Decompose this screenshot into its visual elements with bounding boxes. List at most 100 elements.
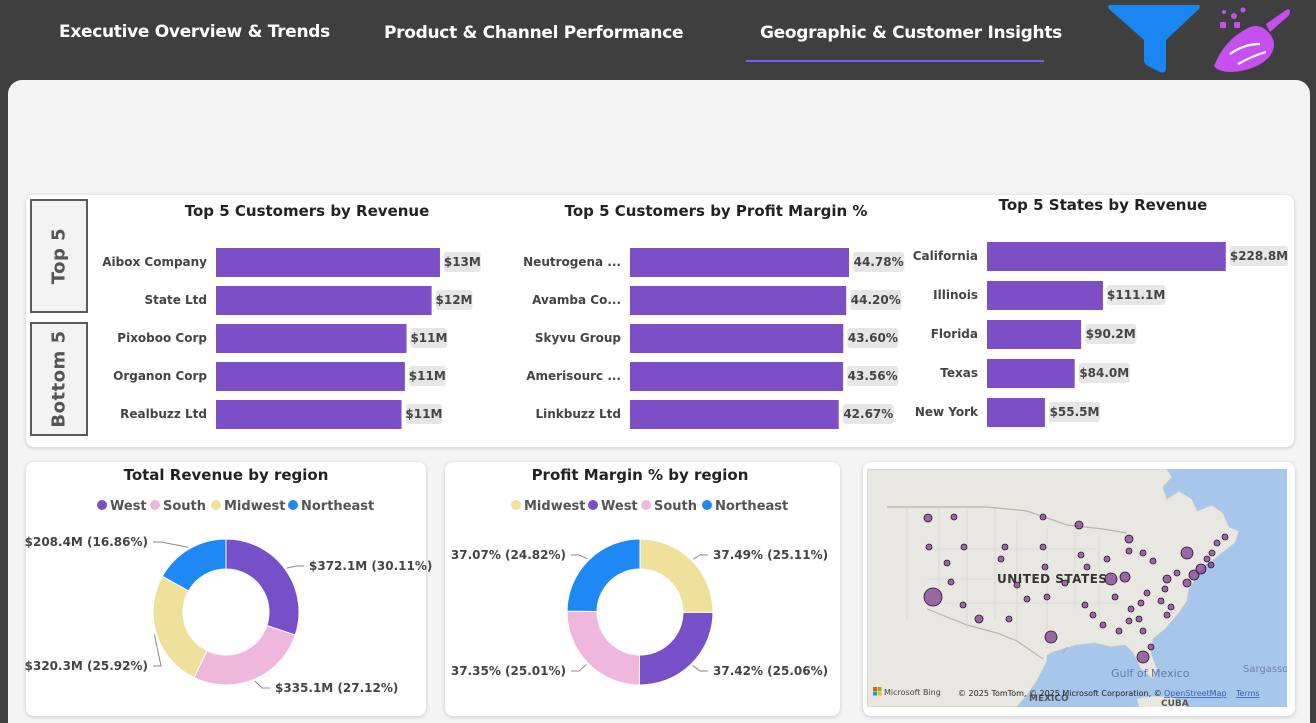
map-bubble[interactable] [1127,605,1135,613]
map-bubble[interactable] [1208,549,1216,557]
legend-label: South [163,499,206,514]
map-bubble[interactable] [1089,611,1097,619]
map-bubble[interactable] [1207,561,1215,569]
donut-data-label: $372.1M (30.11%) [309,559,432,573]
map-attribution: © 2025 TomTom, © 2025 Microsoft Corporat… [958,689,1260,698]
donut-chart-margin-region: Profit Margin % by region Midwest West Sout… [451,466,828,686]
legend-swatch [211,500,221,510]
donut-slice[interactable] [638,611,714,686]
map-bubble[interactable] [1195,563,1207,575]
map-bubble[interactable] [1162,574,1172,584]
legend-label: South [654,499,697,514]
donut-data-label: $335.1M (27.12%) [275,681,398,695]
map-bubble[interactable] [959,601,967,609]
donut-slice[interactable] [566,538,641,613]
bing-logo-text: Microsoft Bing [884,688,941,697]
map-bubble[interactable] [1161,585,1169,593]
donut-chart-revenue-region: Total Revenue by region West South Midwest N… [25,466,433,695]
map-bubble[interactable] [1147,643,1155,651]
map-bubble[interactable] [947,578,955,586]
legend-swatch [288,500,298,510]
map-bubble[interactable] [1221,533,1229,541]
leader-line [286,565,304,569]
legend-swatch [97,500,107,510]
map-bubble[interactable] [1137,599,1145,607]
legend-label: Northeast [301,499,374,514]
legend-item[interactable]: Northeast [288,499,374,514]
map-bubble[interactable] [1119,571,1131,583]
map-bubble[interactable] [1039,513,1047,521]
donut-slice[interactable] [193,624,296,686]
donut-data-label: $208.4M (16.86%) [25,535,148,549]
map-bubble[interactable] [1074,520,1084,530]
legend-label: West [110,499,147,514]
legend-item[interactable]: Northeast [702,499,788,514]
map-bubble[interactable] [1099,621,1107,629]
map-bubble[interactable] [1167,603,1175,611]
bing-logo: Microsoft Bing [873,687,941,697]
leader-line [692,665,708,672]
map-bubble[interactable] [1115,627,1123,635]
donut-slice[interactable] [639,538,714,614]
map-bubble[interactable] [1111,593,1119,601]
map-bubble[interactable] [1081,601,1089,609]
map-bubble[interactable] [950,513,958,521]
map-label-cuba: CUBA [1161,699,1189,707]
map-bubble[interactable] [1149,557,1157,565]
legend-item[interactable]: South [641,499,697,514]
legend-item[interactable]: Midwest [511,499,585,514]
map-bubble[interactable] [1023,595,1031,603]
terms-link[interactable]: Terms [1235,689,1260,698]
legend-label: Midwest [524,499,585,514]
map-bubble[interactable] [1173,569,1181,577]
map-bubble[interactable] [1136,650,1150,664]
chart-title-margin-region: Profit Margin % by region [532,466,749,484]
donut-data-label: 37.07% (24.82%) [451,548,566,562]
donut-data-label: 37.42% (25.06%) [713,664,828,678]
map-bubble[interactable] [1135,615,1143,623]
map-label-sargasso: Sargasso [1243,664,1287,675]
legend-label: Midwest [224,499,285,514]
map-bubble[interactable] [1157,597,1165,605]
map-bubble[interactable] [923,513,933,523]
map-bubble[interactable] [1043,593,1051,601]
map-bubble[interactable] [1039,543,1047,551]
map-bubble[interactable] [1077,551,1085,559]
map-bubble[interactable] [1001,543,1009,551]
map-bubble[interactable] [1163,611,1171,619]
map-bubble[interactable] [1041,563,1049,571]
map-bubble[interactable] [1203,555,1211,563]
donut-data-label: 37.49% (25.11%) [713,548,828,562]
map-bubble[interactable] [943,559,951,567]
map-bubble[interactable] [997,555,1005,563]
map-bubble[interactable] [1124,534,1134,544]
us-bubble-map[interactable]: UNITED STATES Gulf of Mexico Sargasso ME… [867,469,1287,707]
map-bubble[interactable] [1143,589,1151,597]
map-bubble[interactable] [1139,627,1147,635]
map-bubble[interactable] [1005,615,1013,623]
map-bubble[interactable] [923,587,943,607]
map-bubble[interactable] [1103,555,1111,563]
map-bubble[interactable] [1125,547,1133,555]
map-bubble[interactable] [1182,578,1192,588]
map-bubble[interactable] [1125,617,1133,625]
osm-link[interactable]: OpenStreetMap [1164,689,1227,698]
donut-slice[interactable] [225,538,300,636]
map-bubble[interactable] [974,614,984,624]
legend-item[interactable]: West [97,499,147,514]
map-bubble[interactable] [1083,563,1091,571]
legend-label: Northeast [715,499,788,514]
leader-line [254,680,270,689]
legend-item[interactable]: Midwest [211,499,285,514]
legend-item[interactable]: South [150,499,206,514]
leader-line [153,541,189,548]
map-bubble[interactable] [960,543,968,551]
map-bubble[interactable] [1213,539,1221,547]
map-bubble[interactable] [925,543,933,551]
map-bubble[interactable] [1180,546,1194,560]
map-bubble[interactable] [1139,549,1147,557]
legend-item[interactable]: West [588,499,638,514]
map-bubble[interactable] [1044,630,1058,644]
donut-slice[interactable] [152,575,208,679]
donut-slice[interactable] [566,610,641,686]
